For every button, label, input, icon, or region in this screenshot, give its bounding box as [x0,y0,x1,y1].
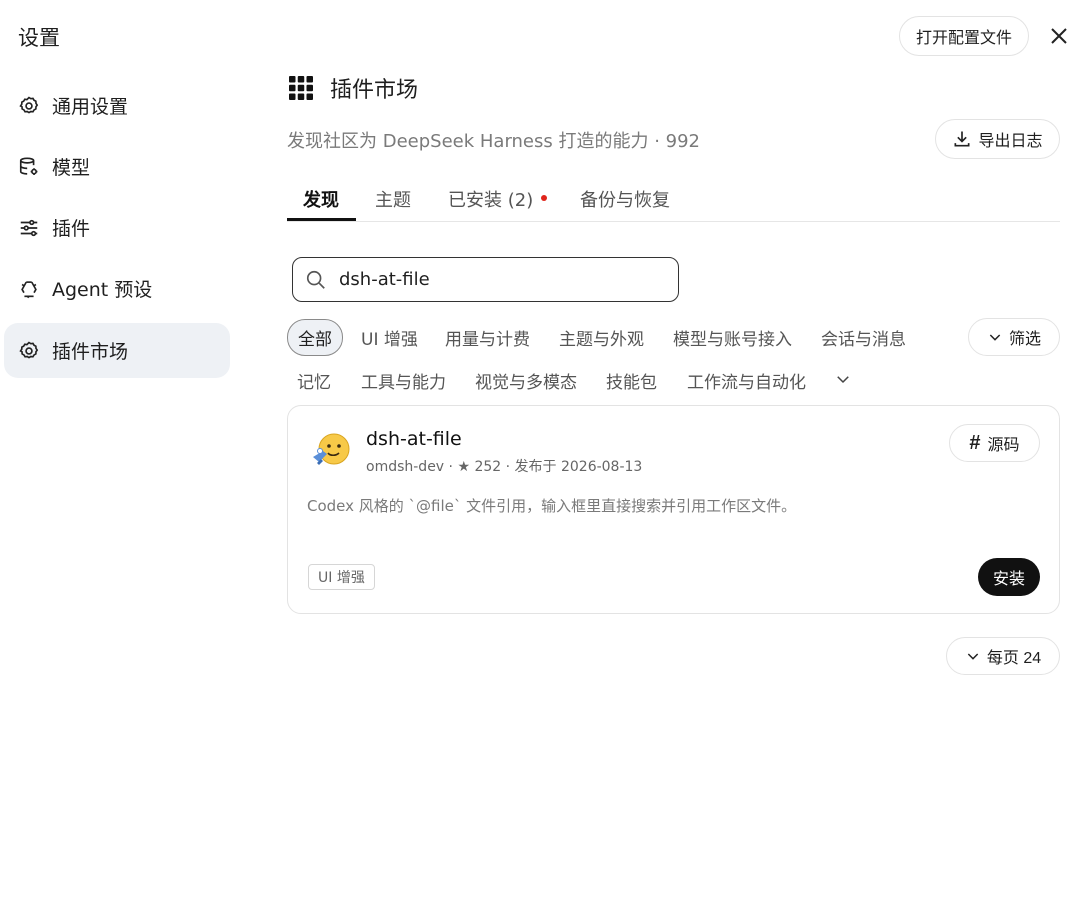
database-gear-icon [18,156,40,178]
per-page-select[interactable]: 每页 24 [946,637,1060,675]
open-config-button[interactable]: 打开配置文件 [899,16,1029,56]
search-icon [306,270,325,289]
category-theme-appearance[interactable]: 主题与外观 [559,325,644,350]
category-model-account[interactable]: 模型与账号接入 [673,325,792,350]
chevron-down-icon [989,334,1001,341]
sidebar-title: 设置 [18,26,60,50]
tab-installed[interactable]: 已安装 (2) [448,186,548,212]
category-vision-multimodal[interactable]: 视觉与多模态 [475,368,577,393]
sidebar-item-label: 插件市场 [52,341,129,363]
source-label: 源码 [987,437,1020,454]
tab-discover[interactable]: 发现 [303,186,339,212]
category-tools[interactable]: 工具与能力 [361,368,446,393]
gear-icon [18,340,40,362]
plugin-tag: UI 增强 [308,564,375,590]
chevron-down-icon[interactable] [834,370,852,388]
sidebar-item-label: 插件 [52,218,91,240]
close-icon[interactable] [1047,24,1071,48]
recycle-icon [18,278,40,300]
tab-backup-restore[interactable]: 备份与恢复 [580,186,670,212]
plugin-meta: omdsh-dev · ★ 252 · 发布于 2026-08-13 [366,459,643,475]
settings-page: 设置 通用设置 模型 插件 Agent 预设 插件市场 打开配置文件 插件市场 … [0,0,1080,919]
tab-installed-label: 已安装 (2) [448,190,534,211]
sliders-icon [18,217,40,239]
filter-label: 筛选 [1008,331,1041,348]
hash-icon: # [969,431,981,454]
category-session-message[interactable]: 会话与消息 [821,325,906,350]
category-memory[interactable]: 记忆 [297,368,331,393]
sidebar-item-plugins[interactable]: 插件 [4,200,230,255]
search-input[interactable] [339,269,659,290]
export-log-label: 导出日志 [978,133,1043,150]
filter-button[interactable]: 筛选 [968,318,1060,356]
tab-bar: 发现 主题 已安装 (2) 备份与恢复 [287,178,1060,222]
sidebar-item-label: 模型 [52,157,91,179]
page-subtitle: 发现社区为 DeepSeek Harness 打造的能力 · 992 [287,131,701,152]
search-box[interactable] [292,257,679,302]
chevron-down-icon [967,653,979,660]
plugin-description: Codex 风格的 `@file` 文件引用，输入框里直接搜索并引用工作区文件。 [307,497,797,515]
category-ui-enhance[interactable]: UI 增强 [361,325,418,350]
page-title: 插件市场 [330,78,419,103]
download-icon [954,131,970,147]
grid-icon [289,76,313,100]
category-skill-pack[interactable]: 技能包 [606,368,657,393]
export-log-button[interactable]: 导出日志 [935,119,1060,159]
per-page-label: 每页 24 [986,650,1042,667]
install-button[interactable]: 安装 [978,558,1040,596]
sidebar-item-general[interactable]: 通用设置 [4,78,230,133]
sidebar-item-label: 通用设置 [52,96,129,118]
plugin-avatar-icon [307,429,353,475]
notification-dot [541,195,548,201]
page-header: 插件市场 [289,72,418,104]
sidebar-item-plugin-market[interactable]: 插件市场 [4,323,230,378]
sidebar-item-models[interactable]: 模型 [4,139,230,194]
sidebar-item-agent-presets[interactable]: Agent 预设 [4,261,230,316]
plugin-name[interactable]: dsh-at-file [366,428,462,450]
category-all[interactable]: 全部 [287,319,343,356]
source-button[interactable]: # 源码 [949,424,1040,462]
active-tab-indicator [287,218,356,221]
category-workflow-automation[interactable]: 工作流与自动化 [687,368,806,393]
sidebar-item-label: Agent 预设 [52,279,153,301]
category-usage-billing[interactable]: 用量与计费 [445,325,530,350]
plugin-card[interactable]: dsh-at-file omdsh-dev · ★ 252 · 发布于 2026… [287,405,1060,614]
tab-themes[interactable]: 主题 [375,186,411,212]
gear-icon [18,95,40,117]
